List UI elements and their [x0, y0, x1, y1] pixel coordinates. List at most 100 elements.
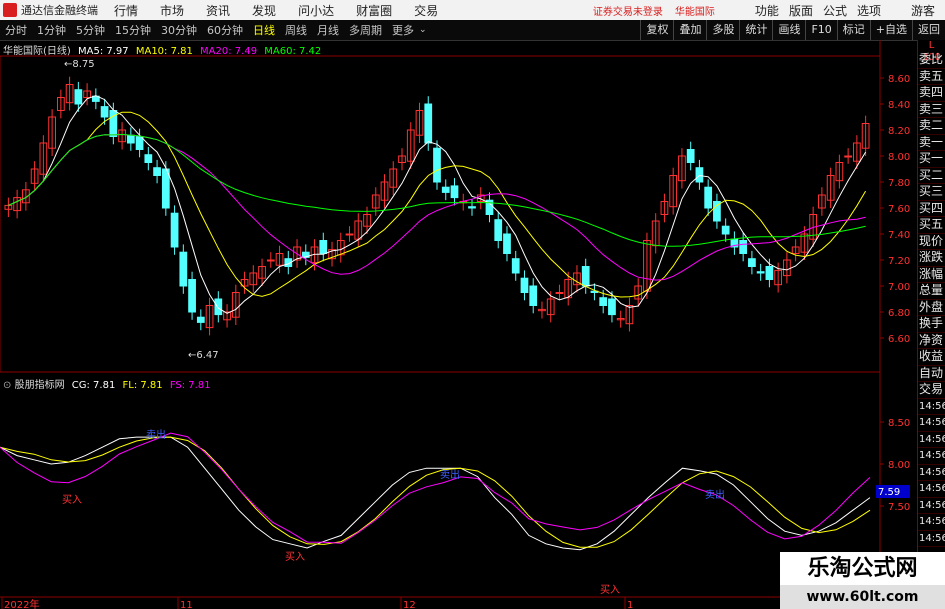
side-top-label: L 300 [921, 40, 942, 63]
side-panel-item[interactable]: 收益 [918, 349, 945, 366]
period-tab-multi[interactable]: 多周期 [344, 22, 387, 38]
menu-item-options[interactable]: 选项 [857, 2, 881, 19]
menu-item-quotes[interactable]: 行情 [114, 2, 138, 19]
side-panel-item[interactable]: 卖三 [918, 102, 945, 118]
date-tick-label: 12 [403, 600, 416, 609]
candle-body [170, 212, 179, 248]
menu-item-function[interactable]: 功能 [755, 2, 779, 19]
candle-body [126, 134, 135, 144]
date-tick-label: 1 [627, 600, 633, 609]
chevron-down-icon[interactable]: ⌄ [419, 25, 427, 35]
period-tab-more[interactable]: 更多 [387, 22, 419, 38]
price-tick-label: 7.00 [888, 282, 910, 293]
period-tab-30min[interactable]: 30分钟 [156, 22, 202, 38]
candle-body [844, 155, 853, 158]
low-marker: ←6.47 [188, 350, 219, 361]
side-panel-item[interactable]: 总量 [918, 283, 945, 300]
side-panel-item[interactable]: 卖四 [918, 85, 945, 102]
sell-signal-label: 卖出 [146, 428, 166, 441]
side-panel-item[interactable]: 涨幅 [918, 267, 945, 283]
period-tab-60min[interactable]: 60分钟 [202, 22, 248, 38]
menu-item-wealth[interactable]: 财富圈 [356, 2, 392, 19]
login-status[interactable]: 证券交易未登录 [593, 3, 663, 18]
side-panel-item[interactable]: 14:56 [918, 514, 945, 531]
side-panel-item[interactable]: 交易 [918, 382, 945, 399]
side-panel-item[interactable]: 买三 [918, 184, 945, 201]
side-panel-item[interactable]: 14:56 [918, 415, 945, 432]
restore-rights-button[interactable]: 复权 [640, 20, 673, 40]
period-tab-timeshare[interactable]: 分时 [0, 22, 32, 38]
multi-stock-button[interactable]: 多股 [706, 20, 739, 40]
side-panel-item[interactable]: 自动 [918, 366, 945, 382]
app-name: 通达信金融终端 [21, 4, 98, 17]
side-panel-item[interactable]: 外盘 [918, 300, 945, 316]
side-panel-item[interactable]: 买二 [918, 168, 945, 184]
period-tab-1min[interactable]: 1分钟 [32, 22, 71, 38]
candle-body [739, 240, 748, 254]
candle-body [153, 167, 161, 176]
side-panel-item[interactable]: 委比 [918, 52, 945, 69]
back-button[interactable]: 返回 [912, 20, 945, 40]
period-tab-monthly[interactable]: 月线 [312, 22, 344, 38]
menu-item-news[interactable]: 资讯 [206, 2, 230, 19]
price-tick-label: 8.00 [888, 152, 910, 163]
period-tab-5min[interactable]: 5分钟 [71, 22, 110, 38]
candle-body [468, 206, 476, 209]
side-panel-item[interactable]: 14:56 [918, 432, 945, 448]
side-panel-item[interactable]: 14:56 [918, 465, 945, 481]
main-chart-frame [0, 55, 881, 373]
period-tab-weekly[interactable]: 周线 [280, 22, 312, 38]
f10-button[interactable]: F10 [805, 20, 836, 40]
side-panel-item[interactable]: 买四 [918, 201, 945, 217]
menu-item-layout[interactable]: 版面 [789, 2, 813, 19]
side-panel-item[interactable]: 卖二 [918, 118, 945, 135]
price-tick-label: 8.40 [888, 100, 910, 111]
side-panel-item[interactable]: 换手 [918, 316, 945, 333]
side-panel-item[interactable]: 买一 [918, 151, 945, 168]
side-panel-item[interactable]: 14:56 [918, 399, 945, 415]
candle-body [161, 168, 170, 209]
side-panel-item[interactable]: 卖五 [918, 69, 945, 85]
candle-body [188, 279, 196, 313]
side-panel-item[interactable]: 涨跌 [918, 250, 945, 267]
menu-item-market[interactable]: 市场 [160, 2, 184, 19]
indicator-line-1 [0, 436, 871, 548]
candle-body [345, 233, 354, 236]
menu-item-trade[interactable]: 交易 [414, 2, 438, 19]
side-panel-item[interactable]: 现价 [918, 234, 945, 250]
current-value-label: 7.59 [878, 487, 900, 498]
draw-line-button[interactable]: 画线 [772, 20, 805, 40]
side-panel-item[interactable]: 净资 [918, 333, 945, 349]
candle-body [721, 225, 730, 235]
side-panel-item[interactable]: 买五 [918, 217, 945, 234]
kline-svg: 8.60 8.40 8.20 8.00 7.80 7.60 7.40 7.20 7.00 6.80… [0, 40, 918, 609]
candle-body [555, 292, 564, 294]
guest-label[interactable]: 游客 [911, 2, 935, 19]
statistics-button[interactable]: 统计 [739, 20, 772, 40]
menu-item-discover[interactable]: 发现 [252, 2, 276, 19]
candle-body [74, 89, 83, 105]
overlay-button[interactable]: 叠加 [673, 20, 706, 40]
candle-body [450, 185, 459, 199]
add-favorite-button[interactable]: +自选 [869, 20, 912, 40]
candle-body [266, 259, 275, 262]
period-tab-15min[interactable]: 15分钟 [110, 22, 156, 38]
candle-body [144, 154, 153, 163]
side-panel-item[interactable]: 14:56 [918, 498, 945, 514]
side-panel-item[interactable]: 14:56 [918, 481, 945, 498]
chart-area[interactable]: 华能国际(日线) MA5: 7.97 MA10: 7.81 MA20: 7.49… [0, 40, 918, 609]
side-panel-item[interactable]: 14:56 [918, 448, 945, 465]
candle-body [196, 316, 205, 323]
candle-body [748, 258, 756, 267]
menu-item-ask[interactable]: 问小达 [298, 2, 334, 19]
menu-item-formula[interactable]: 公式 [823, 2, 847, 19]
indicator-line-0 [0, 436, 871, 551]
period-tab-daily[interactable]: 日线 [248, 22, 280, 38]
candle-body [686, 149, 695, 163]
indicator-line-2 [0, 432, 871, 544]
side-panel-item[interactable]: 卖一 [918, 135, 945, 151]
mark-button[interactable]: 标记 [836, 20, 870, 40]
price-tick-label: 7.80 [888, 178, 910, 189]
side-panel-item[interactable]: 14:56 [918, 531, 945, 547]
watermark-logo: 乐淘公式网 www.60lt.com [780, 552, 945, 609]
